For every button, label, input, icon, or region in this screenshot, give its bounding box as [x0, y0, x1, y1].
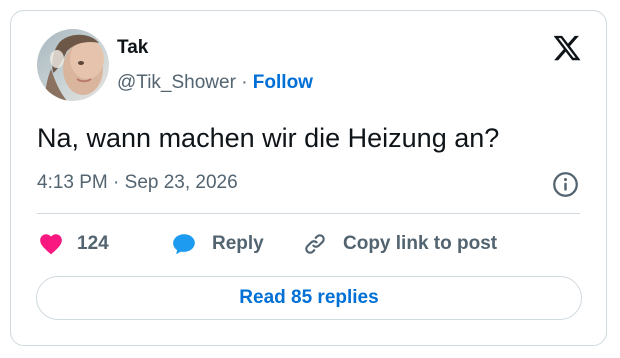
reply-button[interactable]: Reply [170, 229, 264, 259]
copy-link-label: Copy link to post [343, 233, 498, 254]
action-bar: 124 Reply Copy link to post [37, 229, 582, 259]
like-count: 124 [77, 233, 109, 254]
link-icon [301, 231, 329, 257]
post-timestamp[interactable]: 4:13 PM · Sep 23, 2026 [37, 172, 238, 194]
author-handle-line: @Tik_Shower · Follow [117, 72, 313, 94]
avatar[interactable] [37, 29, 109, 101]
author-handle[interactable]: @Tik_Shower [117, 72, 236, 93]
copy-link-button[interactable]: Copy link to post [301, 229, 497, 259]
follow-button[interactable]: Follow [253, 72, 313, 93]
reply-label: Reply [212, 233, 264, 254]
divider [37, 213, 580, 214]
separator-dot: · [241, 72, 248, 93]
speech-bubble-icon [170, 231, 198, 257]
heart-icon [37, 231, 65, 257]
like-button[interactable]: 124 [37, 229, 109, 259]
info-icon[interactable] [552, 171, 579, 198]
author-name[interactable]: Tak [117, 37, 148, 59]
x-logo-icon[interactable] [551, 33, 583, 63]
read-replies-button[interactable]: Read 85 replies [36, 276, 582, 320]
embedded-post-card: Tak @Tik_Shower · Follow Na, wann machen… [10, 10, 607, 346]
post-text: Na, wann machen wir die Heizung an? [37, 123, 500, 153]
